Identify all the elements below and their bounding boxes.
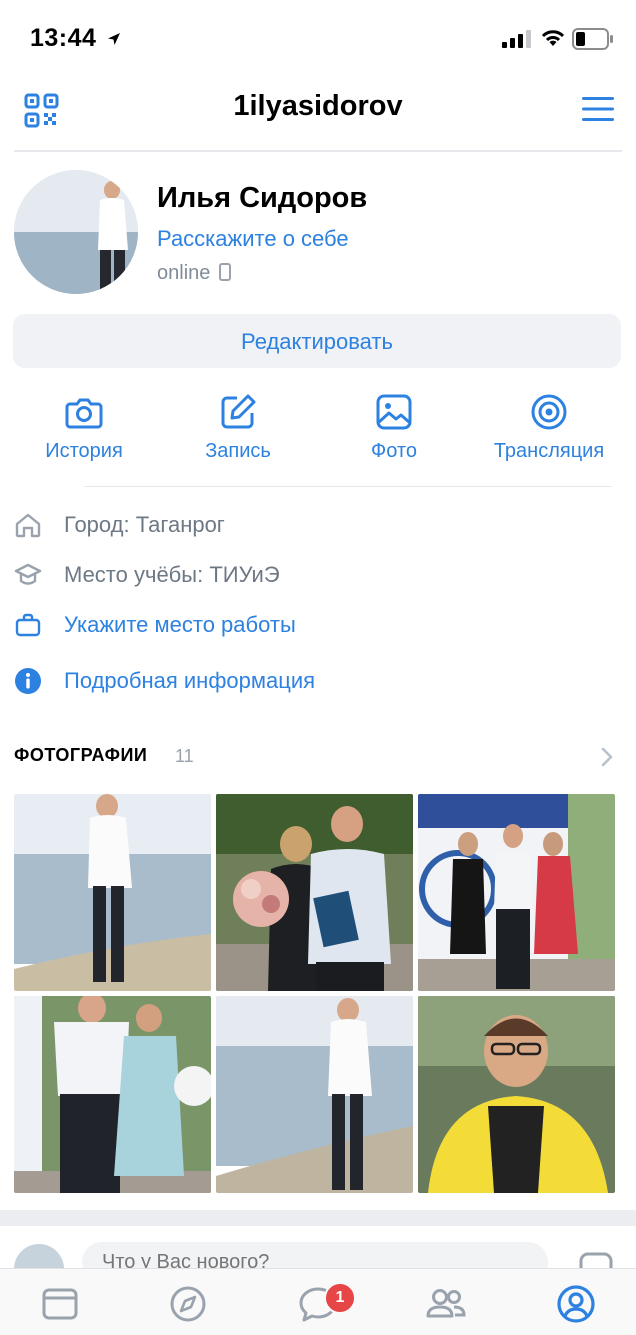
header-divider [14,150,622,152]
edit-icon [221,394,256,429]
tab-profile-icon[interactable] [554,1282,598,1326]
info-education-text: Место учёбы: ТИУиЭ [64,562,280,587]
story-label: История [45,440,123,462]
tab-friends-icon[interactable] [424,1282,468,1326]
status-time: 13:44 [30,24,122,53]
camera-icon [65,398,103,429]
photo-icon [376,394,412,430]
photo-label: Фото [371,440,417,462]
profile-username: 1ilyasidorov [233,90,403,122]
avatar[interactable] [14,170,138,294]
wifi-icon [541,30,565,46]
info-city-text: Город: Таганрог [64,512,225,537]
chevron-right-icon[interactable] [600,746,614,768]
photos-count: 11 [175,746,194,766]
info-work[interactable]: Укажите место работы [14,610,296,640]
post-button[interactable]: Запись [173,392,303,463]
photo-thumbnail[interactable] [216,794,413,991]
actions-divider [84,486,612,487]
briefcase-icon [15,613,41,637]
edit-profile-button[interactable]: Редактировать [13,314,621,368]
info-details[interactable]: Подробная информация [14,666,315,696]
signal-icon [502,30,531,48]
photo-thumbnail[interactable] [14,794,211,991]
info-icon [15,668,41,694]
battery-icon [572,28,613,50]
broadcast-label: Трансляция [493,440,605,462]
profile-name: Илья Сидоров [157,182,368,214]
home-icon [15,513,41,538]
tab-news-icon[interactable] [38,1282,82,1326]
photo-thumbnail[interactable] [216,996,413,1193]
story-button[interactable]: История [19,392,149,463]
info-details-text: Подробная информация [64,668,316,693]
info-work-text: Укажите место работы [64,612,296,637]
broadcast-button[interactable]: Трансляция [480,392,618,463]
photos-section-title[interactable]: ФОТОГРАФИИ [14,745,147,766]
tab-discover-icon[interactable] [166,1282,210,1326]
info-education: Место учёбы: ТИУиЭ [14,560,280,590]
messages-badge: 1 [324,1282,356,1314]
post-label: Запись [205,440,271,462]
photo-thumbnail[interactable] [14,996,211,1193]
info-city: Город: Таганрог [14,510,225,540]
online-status: online [157,262,231,285]
photo-button[interactable]: Фото [329,392,459,463]
location-arrow-icon [107,33,120,45]
section-gap [0,1210,636,1226]
about-link[interactable]: Расскажите о себе [157,226,349,252]
broadcast-icon [531,394,567,430]
menu-icon[interactable] [582,95,614,123]
mobile-icon [218,263,231,281]
photo-thumbnail[interactable] [418,996,615,1193]
education-icon [14,563,42,585]
photo-thumbnail[interactable] [418,794,615,991]
